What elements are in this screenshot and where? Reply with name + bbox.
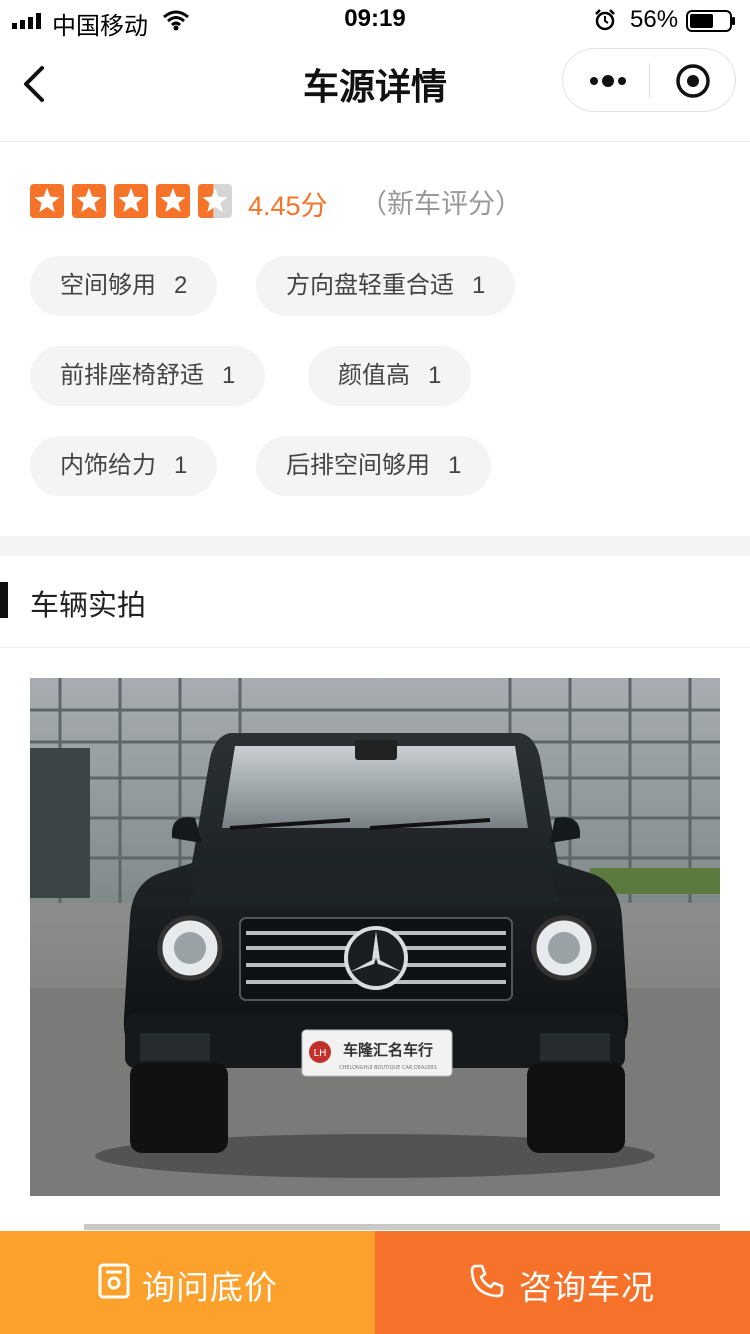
star-icon (30, 184, 64, 218)
tag-count: 1 (222, 362, 236, 389)
tag-count: 2 (174, 272, 188, 299)
photo-strip-edge (84, 1224, 720, 1230)
inquire-price-label: 询问底价 (142, 1269, 278, 1306)
tag-count: 1 (472, 272, 486, 299)
review-tag[interactable]: 内饰给力 1 (30, 436, 218, 496)
more-dots-icon[interactable] (587, 69, 629, 93)
tag-label: 颜值高 (338, 362, 410, 389)
tag-label: 方向盘轻重合适 (286, 272, 454, 299)
section-divider (0, 536, 750, 556)
consult-condition-label: 咨询车况 (519, 1269, 655, 1306)
star-icon (198, 184, 232, 218)
review-tag[interactable]: 空间够用 2 (30, 256, 218, 316)
tag-label: 内饰给力 (60, 452, 156, 479)
rating-row: 4.45分 （新车评分） (30, 182, 730, 222)
inquire-price-button[interactable]: 询问底价 (0, 1231, 375, 1334)
star-icon (156, 184, 190, 218)
bottom-action-bar: 询问底价 咨询车况 (0, 1231, 750, 1334)
rating-stars (30, 184, 232, 218)
close-target-icon[interactable] (675, 63, 711, 99)
tag-label: 空间够用 (60, 272, 156, 299)
tag-label: 后排空间够用 (286, 452, 430, 479)
nav-bar: 车源详情 (0, 40, 750, 142)
section-marker (0, 582, 8, 618)
phone-icon (470, 1264, 504, 1298)
vehicle-photo[interactable]: LH 车隆汇名车行 CHELONGHUI BOUTIQUE CAR DEALER… (30, 678, 720, 1196)
section-title: 车辆实拍 (30, 590, 147, 622)
star-icon (114, 184, 148, 218)
battery-icon (686, 10, 735, 32)
tag-count: 1 (428, 362, 442, 389)
consult-condition-button[interactable]: 咨询车况 (375, 1231, 750, 1334)
status-bar: 中国移动 09:19 56% (0, 0, 750, 40)
tag-label: 前排座椅舒适 (60, 362, 204, 389)
plate-subtext: CHELONGHUI BOUTIQUE CAR DEALERS (339, 1065, 437, 1071)
review-tag[interactable]: 后排空间够用 1 (256, 436, 492, 496)
price-tag-icon (98, 1263, 130, 1299)
mini-program-capsule (562, 48, 736, 112)
alarm-icon (595, 9, 615, 31)
plate-logo-text: LH (313, 1048, 326, 1059)
review-tag[interactable]: 方向盘轻重合适 1 (256, 256, 516, 316)
rating-score: 4.45分 (248, 191, 328, 221)
star-icon (72, 184, 106, 218)
review-tag[interactable]: 前排座椅舒适 1 (30, 346, 266, 406)
battery-percent: 56% (630, 6, 679, 33)
tag-count: 1 (174, 452, 188, 479)
review-tag[interactable]: 颜值高 1 (308, 346, 472, 406)
plate-text: 车隆汇名车行 (343, 1041, 433, 1059)
rating-note: （新车评分） (360, 189, 522, 219)
tag-count: 1 (448, 452, 462, 479)
vehicle-photo-illustration: LH 车隆汇名车行 CHELONGHUI BOUTIQUE CAR DEALER… (30, 678, 720, 1196)
photos-section-header: 车辆实拍 (0, 556, 750, 648)
capsule-divider (649, 63, 650, 99)
